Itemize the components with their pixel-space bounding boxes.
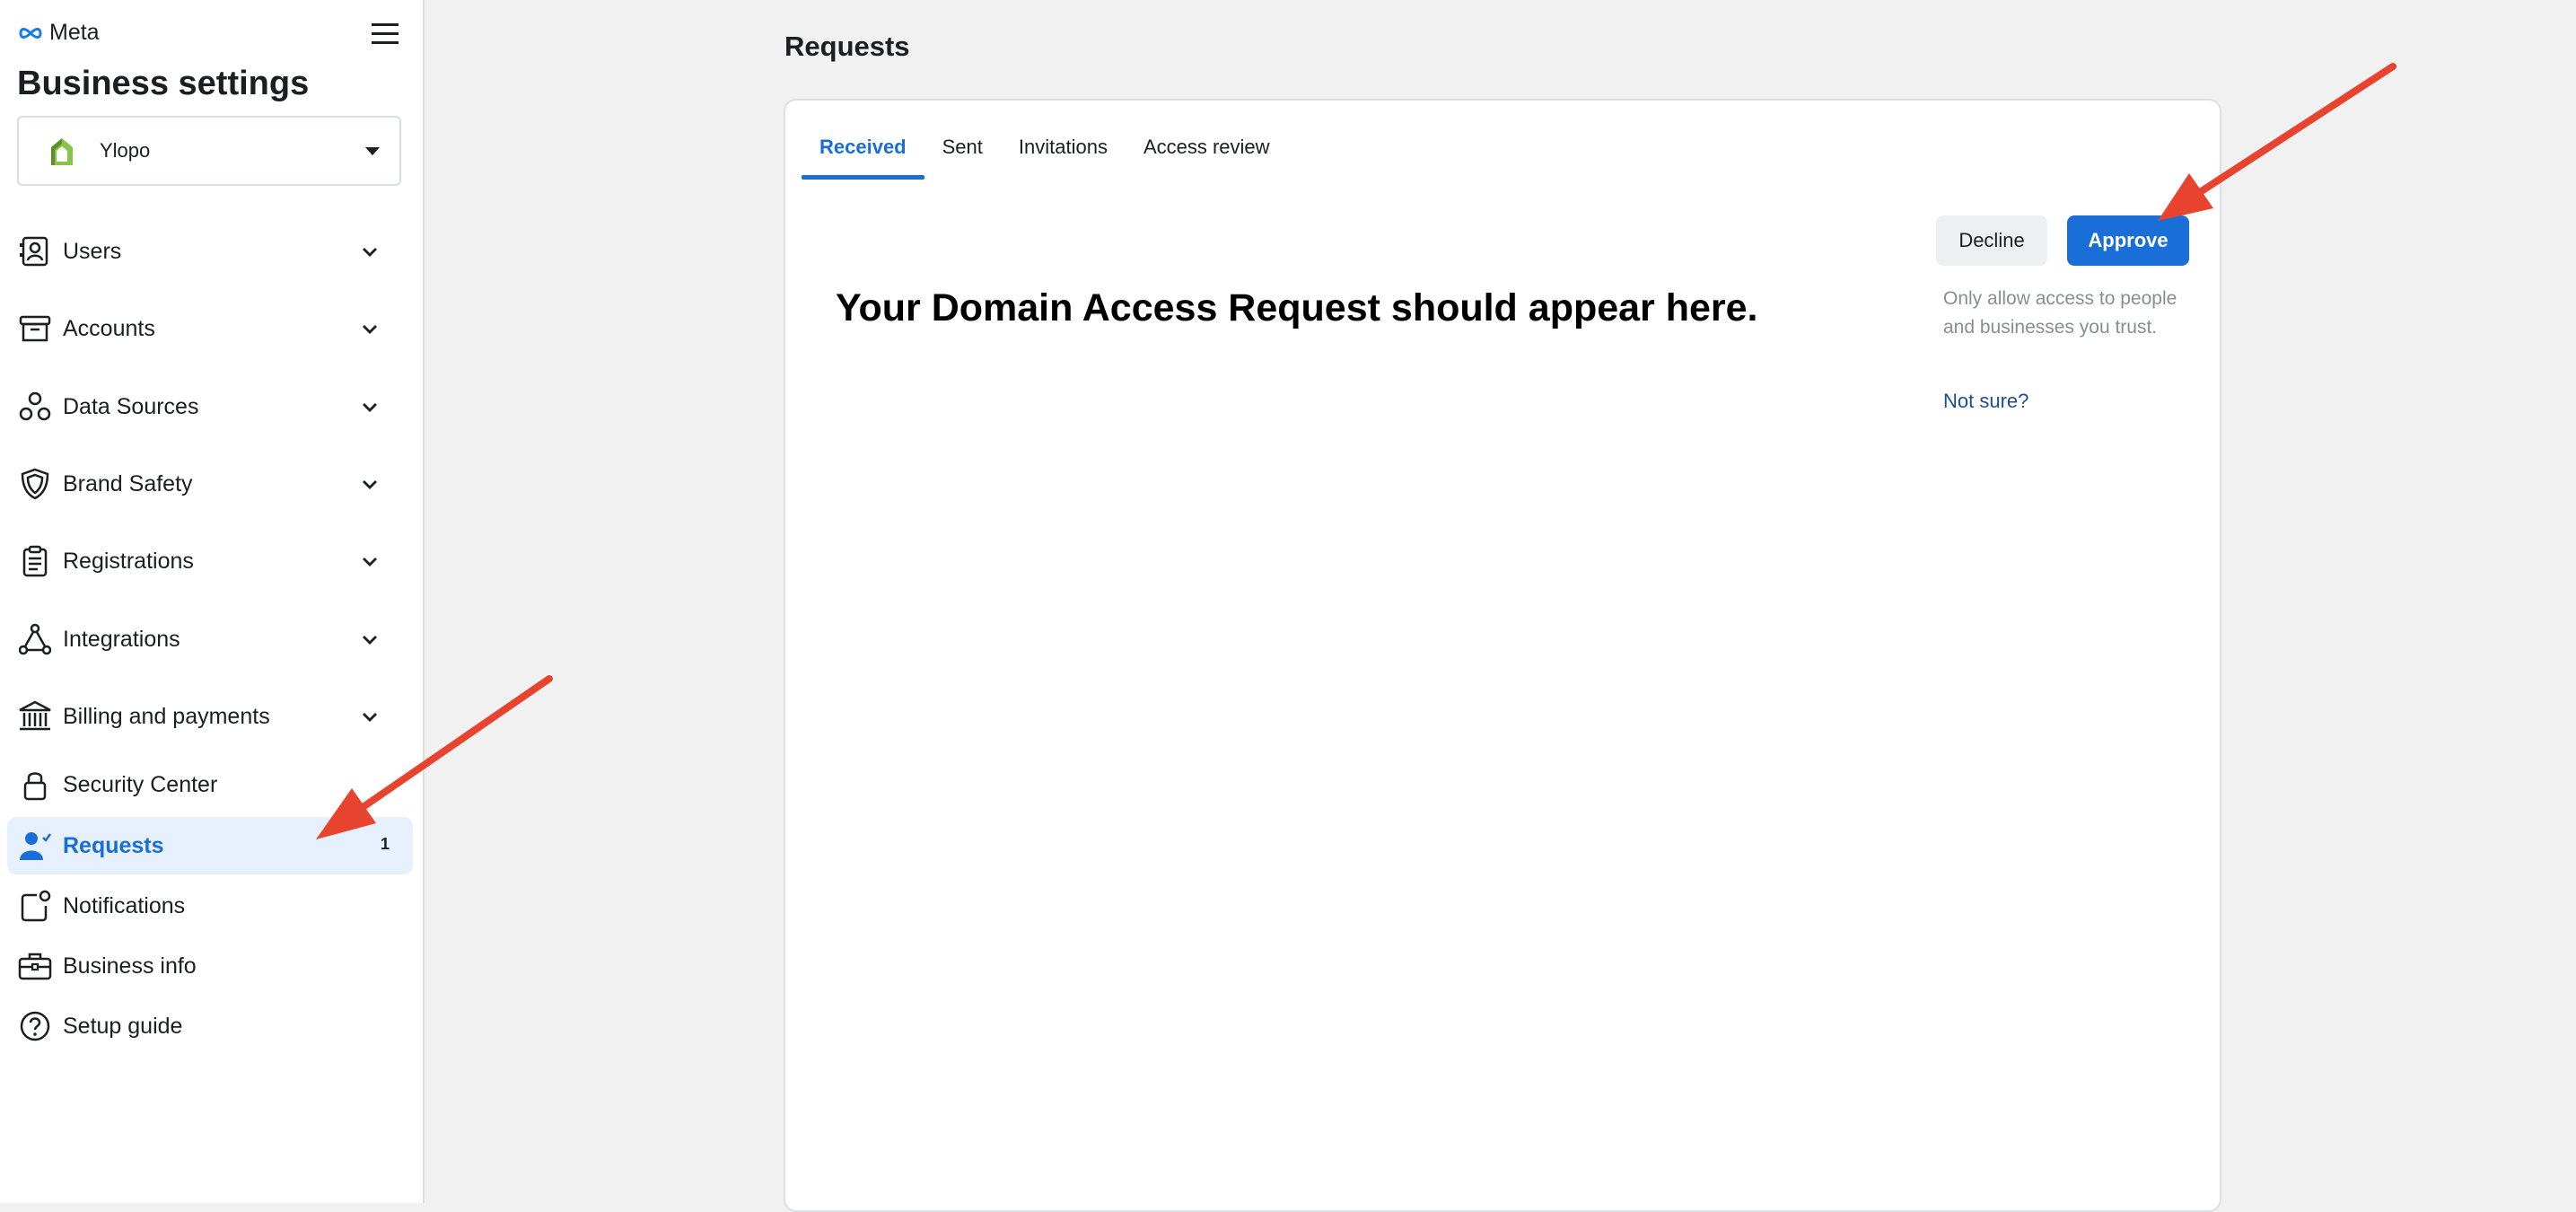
- question-icon: [17, 1008, 53, 1044]
- ylopo-logo-icon: [51, 138, 73, 165]
- tab-invitations[interactable]: Invitations: [1001, 126, 1126, 169]
- lock-icon: [17, 767, 53, 803]
- clipboard-icon: [17, 543, 53, 579]
- sidebar-item-label: Billing and payments: [63, 703, 270, 729]
- sidebar-item-users[interactable]: Users: [7, 223, 413, 280]
- meta-infinity-icon: [19, 27, 42, 39]
- sidebar-item-label: Brand Safety: [63, 470, 193, 496]
- caret-down-icon: [365, 147, 380, 155]
- users-icon: [17, 233, 53, 269]
- sidebar-item-label: Users: [63, 238, 122, 264]
- sidebar-item-requests[interactable]: Requests 1: [7, 817, 413, 874]
- sidebar-item-data-sources[interactable]: Data Sources: [7, 378, 413, 435]
- sidebar-item-accounts[interactable]: Accounts: [7, 300, 413, 357]
- chevron-down-icon: [363, 403, 377, 412]
- sidebar-item-label: Security Center: [63, 771, 218, 797]
- sidebar-item-notifications[interactable]: Notifications: [7, 877, 413, 935]
- accounts-icon: [17, 311, 53, 347]
- domain-access-message: Your Domain Access Request should appear…: [836, 286, 1758, 329]
- sidebar-item-business-info[interactable]: Business info: [7, 937, 413, 995]
- sidebar: Meta Business settings Ylopo Users Accou…: [0, 0, 425, 1203]
- bank-icon: [17, 698, 53, 734]
- tab-received[interactable]: Received: [802, 126, 924, 180]
- sidebar-item-integrations[interactable]: Integrations: [7, 610, 413, 668]
- business-selector[interactable]: Ylopo: [17, 116, 401, 186]
- tab-access-review[interactable]: Access review: [1126, 126, 1288, 169]
- decline-button[interactable]: Decline: [1936, 215, 2047, 266]
- integrations-icon: [17, 621, 53, 657]
- notification-icon: [17, 888, 53, 924]
- requests-card: Received Sent Invitations Access review …: [784, 99, 2221, 1212]
- requests-tabs: Received Sent Invitations Access review: [802, 126, 1288, 180]
- data-sources-icon: [17, 389, 53, 425]
- chevron-down-icon: [363, 248, 377, 257]
- briefcase-icon: [17, 948, 53, 984]
- hamburger-menu-icon[interactable]: [370, 20, 400, 48]
- sidebar-item-label: Integrations: [63, 626, 180, 652]
- person-check-icon: [17, 828, 53, 864]
- sidebar-item-label: Setup guide: [63, 1013, 183, 1039]
- trust-hint: Only allow access to people and business…: [1943, 288, 2177, 338]
- chevron-down-icon: [363, 325, 377, 334]
- chevron-down-icon: [363, 558, 377, 566]
- meta-logo[interactable]: Meta: [17, 20, 100, 46]
- not-sure-link[interactable]: Not sure?: [1943, 390, 2028, 413]
- request-count-badge: 1: [380, 835, 390, 853]
- tab-sent[interactable]: Sent: [924, 126, 1001, 169]
- chevron-down-icon: [363, 636, 377, 645]
- sidebar-item-label: Requests: [63, 832, 164, 858]
- sidebar-item-billing-and-payments[interactable]: Billing and payments: [7, 688, 413, 745]
- sidebar-item-label: Business info: [63, 953, 197, 979]
- sidebar-item-security-center[interactable]: Security Center: [7, 756, 413, 813]
- sidebar-item-label: Data Sources: [63, 393, 199, 419]
- page-title: Business settings: [17, 65, 310, 102]
- shield-icon: [17, 466, 53, 502]
- sidebar-item-registrations[interactable]: Registrations: [7, 532, 413, 590]
- chevron-down-icon: [363, 713, 377, 722]
- chevron-down-icon: [363, 480, 377, 489]
- approve-button[interactable]: Approve: [2067, 215, 2189, 266]
- business-name: Ylopo: [100, 139, 151, 162]
- sidebar-item-label: Accounts: [63, 315, 155, 341]
- sidebar-item-brand-safety[interactable]: Brand Safety: [7, 455, 413, 513]
- brand-name: Meta: [49, 20, 100, 45]
- requests-title: Requests: [784, 31, 910, 62]
- sidebar-item-label: Registrations: [63, 548, 194, 574]
- sidebar-item-setup-guide[interactable]: Setup guide: [7, 997, 413, 1055]
- sidebar-item-label: Notifications: [63, 892, 186, 918]
